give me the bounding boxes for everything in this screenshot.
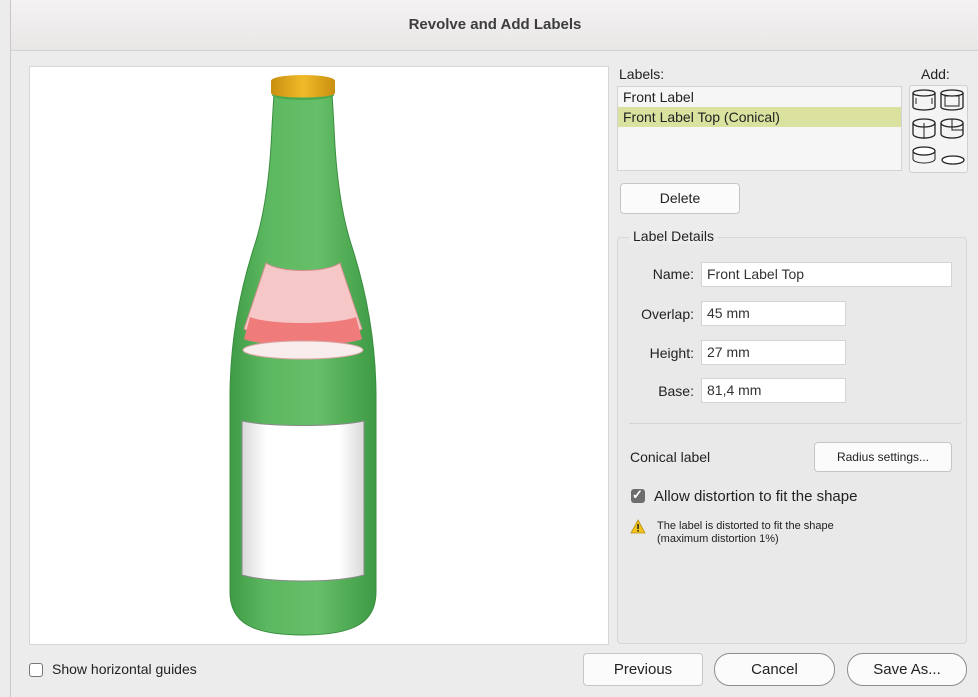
- previous-button[interactable]: Previous: [583, 653, 703, 686]
- front-label: [241, 420, 365, 582]
- warning-text-line2: (maximum distortion 1%): [657, 533, 779, 545]
- base-label: Base:: [658, 383, 694, 399]
- allow-distortion-label: Allow distortion to fit the shape: [654, 488, 858, 505]
- dialog-window: Revolve and Add Labels Labels: Add: Fron…: [10, 0, 978, 697]
- show-guides-checkbox[interactable]: [29, 663, 43, 677]
- base-field[interactable]: 81,4 mm: [701, 378, 846, 403]
- warning-icon: [630, 519, 646, 534]
- disc-top-icon: [912, 146, 936, 164]
- cancel-button[interactable]: Cancel: [714, 653, 835, 686]
- radius-settings-button[interactable]: Radius settings...: [814, 442, 952, 472]
- delete-button[interactable]: Delete: [620, 183, 740, 214]
- cylinder-side-icon: [940, 118, 964, 139]
- overlap-field[interactable]: 45 mm: [701, 301, 846, 326]
- add-wrap-label-button[interactable]: [939, 87, 966, 114]
- cylinder-wrap-icon: [940, 89, 964, 111]
- add-top-label-button[interactable]: [911, 143, 938, 170]
- save-as-button[interactable]: Save As...: [847, 653, 967, 686]
- show-guides-label: Show horizontal guides: [52, 661, 197, 677]
- bottle-cap: [271, 75, 335, 98]
- add-side-label-button[interactable]: [939, 115, 966, 142]
- label-details-heading: Label Details: [629, 228, 718, 244]
- add-cylinder-label-button[interactable]: [911, 87, 938, 114]
- add-bottom-label-button[interactable]: [939, 143, 966, 170]
- name-label: Name:: [652, 266, 694, 282]
- labels-list[interactable]: Front Label Front Label Top (Conical): [617, 86, 902, 171]
- list-item-selected[interactable]: Front Label Top (Conical): [618, 107, 901, 127]
- conical-label-text: Conical label: [630, 449, 711, 465]
- labels-heading: Labels:: [619, 66, 665, 82]
- add-cap-label-button[interactable]: [911, 115, 938, 142]
- cylinder-top-icon: [912, 118, 936, 139]
- overlap-label: Overlap:: [641, 306, 694, 322]
- disc-bottom-icon: [941, 155, 965, 165]
- name-field[interactable]: Front Label Top: [701, 262, 952, 287]
- height-field[interactable]: 27 mm: [701, 340, 846, 365]
- allow-distortion-checkbox[interactable]: [631, 487, 645, 503]
- divider: [629, 423, 961, 424]
- height-label: Height:: [649, 345, 694, 361]
- label-details-group: [617, 237, 967, 644]
- cylinder-front-icon: [912, 89, 936, 111]
- dialog-title: Revolve and Add Labels: [408, 16, 582, 33]
- warning-text-line1: The label is distorted to fit the shape: [657, 520, 834, 532]
- bottle-illustration: [229, 75, 377, 636]
- add-label-grid: [909, 85, 968, 173]
- add-heading: Add:: [921, 66, 950, 82]
- title-bar: Revolve and Add Labels: [11, 0, 978, 51]
- bottle-preview[interactable]: [29, 66, 609, 645]
- list-item[interactable]: Front Label: [618, 87, 901, 107]
